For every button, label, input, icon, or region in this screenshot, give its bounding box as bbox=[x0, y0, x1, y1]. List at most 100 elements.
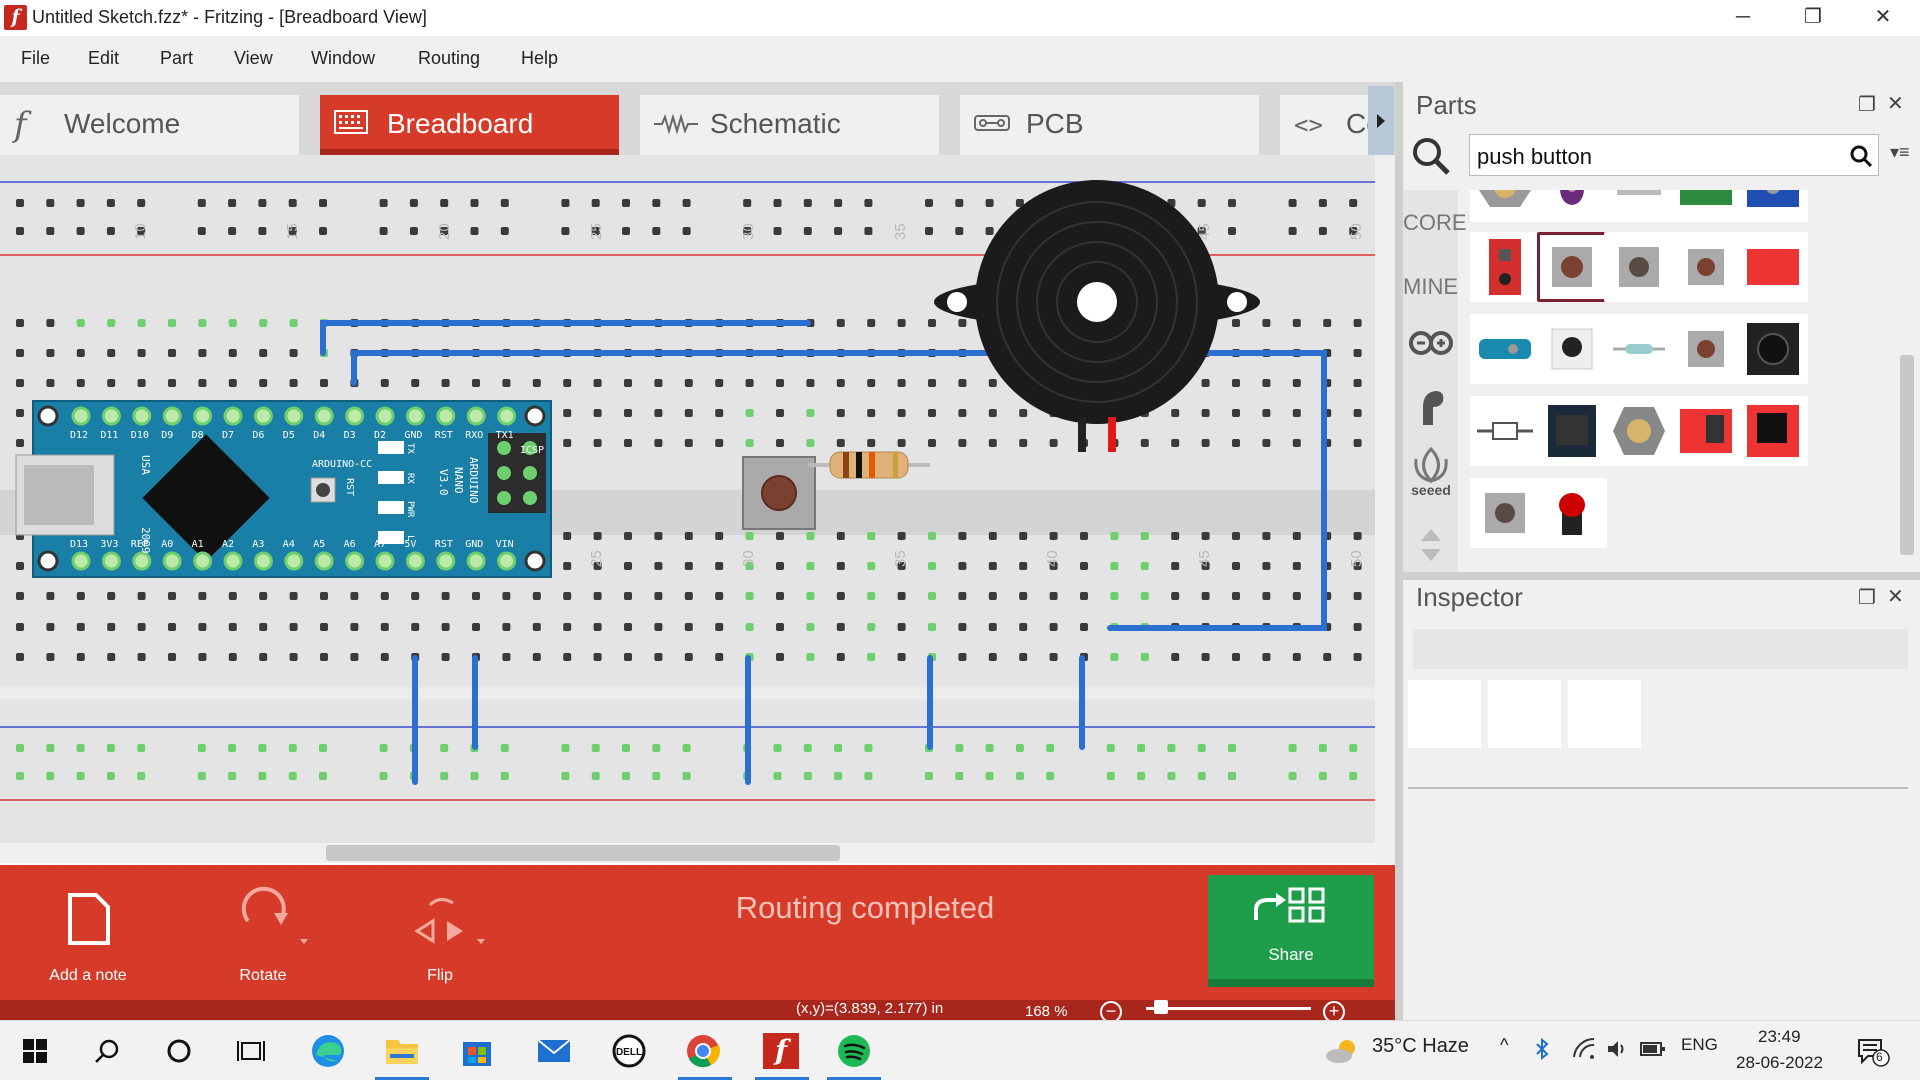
close-panel-icon[interactable]: ✕ bbox=[1887, 91, 1904, 116]
column-label: 40 bbox=[1044, 550, 1061, 567]
routing-status: Routing completed bbox=[735, 890, 995, 925]
windows-start-icon[interactable] bbox=[14, 1031, 56, 1071]
tab-welcome[interactable]: f Welcome bbox=[0, 95, 299, 155]
part-result[interactable] bbox=[1738, 190, 1808, 222]
microsoft-store-icon[interactable] bbox=[456, 1031, 498, 1071]
tab-code[interactable]: <> Cod bbox=[1280, 95, 1370, 155]
breadboard-hole bbox=[409, 199, 418, 207]
panel-splitter[interactable] bbox=[1395, 82, 1403, 1020]
volume-icon[interactable] bbox=[1606, 1037, 1630, 1066]
part-result[interactable] bbox=[1470, 396, 1540, 466]
parts-scroll-thumb[interactable] bbox=[1900, 355, 1914, 555]
fritzing-icon[interactable]: f bbox=[758, 1031, 804, 1071]
dock-separator[interactable] bbox=[1403, 572, 1920, 580]
breadboard-hole bbox=[258, 199, 267, 207]
part-result[interactable] bbox=[1671, 396, 1741, 466]
part-result[interactable] bbox=[1604, 190, 1674, 222]
breadboard-hole bbox=[411, 592, 420, 600]
search-icon[interactable] bbox=[86, 1031, 128, 1071]
menu-help[interactable]: Help bbox=[521, 48, 558, 69]
parts-scrollbar[interactable] bbox=[1894, 190, 1920, 570]
part-result[interactable] bbox=[1470, 190, 1540, 222]
part-result-selected[interactable] bbox=[1537, 232, 1607, 302]
rotate-button[interactable]: Rotate bbox=[208, 881, 318, 991]
menu-view[interactable]: View bbox=[234, 48, 273, 69]
search-submit-icon[interactable] bbox=[1848, 143, 1874, 174]
menu-part[interactable]: Part bbox=[160, 48, 193, 69]
part-result[interactable] bbox=[1738, 232, 1808, 302]
spotify-icon[interactable] bbox=[833, 1031, 875, 1071]
category-mine[interactable]: MINE bbox=[1403, 274, 1458, 300]
float-inspector-icon[interactable]: ❐ bbox=[1858, 585, 1876, 610]
breadboard-hole bbox=[836, 379, 845, 387]
search-icon[interactable] bbox=[1409, 134, 1453, 183]
maximize-button[interactable]: ❐ bbox=[1778, 0, 1848, 36]
menu-file[interactable]: File bbox=[21, 48, 50, 69]
breadboard-drawing[interactable]: 101015152020252530303535404045455050 bbox=[0, 155, 1388, 843]
file-explorer-icon[interactable] bbox=[381, 1031, 423, 1071]
tab-scroll-right-button[interactable] bbox=[1368, 86, 1394, 156]
menu-routing[interactable]: Routing bbox=[418, 48, 480, 69]
part-result[interactable] bbox=[1604, 396, 1674, 466]
vertical-scrollbar[interactable] bbox=[1375, 155, 1395, 865]
category-core[interactable]: CORE bbox=[1403, 210, 1467, 236]
part-result[interactable] bbox=[1537, 314, 1607, 384]
mail-icon[interactable] bbox=[533, 1031, 575, 1071]
category-fritzing[interactable] bbox=[1403, 385, 1458, 435]
horizontal-scrollbar[interactable] bbox=[0, 843, 1375, 863]
chrome-icon[interactable] bbox=[682, 1031, 724, 1071]
tab-pcb[interactable]: PCB bbox=[960, 95, 1259, 155]
battery-icon[interactable] bbox=[1640, 1039, 1666, 1064]
tab-schematic[interactable]: Schematic bbox=[640, 95, 939, 155]
tab-breadboard[interactable]: Breadboard bbox=[320, 95, 619, 155]
part-result[interactable] bbox=[1738, 314, 1808, 384]
float-panel-icon[interactable]: ❐ bbox=[1858, 92, 1876, 117]
tray-overflow-icon[interactable]: ^ bbox=[1500, 1035, 1508, 1056]
part-result[interactable] bbox=[1537, 478, 1607, 548]
part-result[interactable] bbox=[1671, 190, 1741, 222]
bluetooth-icon[interactable] bbox=[1534, 1037, 1550, 1066]
category-arduino[interactable] bbox=[1403, 328, 1458, 364]
menu-window[interactable]: Window bbox=[311, 48, 375, 69]
task-view-icon[interactable] bbox=[230, 1031, 272, 1071]
flip-button[interactable]: Flip bbox=[385, 881, 495, 991]
parts-search-input[interactable]: push button bbox=[1469, 134, 1879, 176]
weather-icon[interactable] bbox=[1325, 1036, 1361, 1071]
inspector-title-field[interactable] bbox=[1413, 629, 1908, 669]
share-button[interactable]: Share bbox=[1208, 875, 1374, 987]
part-result[interactable] bbox=[1671, 314, 1741, 384]
part-result[interactable] bbox=[1671, 232, 1741, 302]
zoom-slider[interactable] bbox=[1146, 1007, 1311, 1010]
language-indicator[interactable]: ENG bbox=[1681, 1035, 1718, 1055]
edge-icon[interactable] bbox=[307, 1031, 349, 1071]
horizontal-scroll-thumb[interactable] bbox=[326, 845, 840, 861]
category-scroll[interactable] bbox=[1403, 525, 1458, 571]
category-seeed[interactable]: seeed bbox=[1403, 445, 1458, 503]
arduino-pin bbox=[375, 551, 395, 571]
parts-menu-icon[interactable]: ▾≡ bbox=[1890, 142, 1910, 163]
close-button[interactable]: ✕ bbox=[1848, 0, 1918, 36]
part-result[interactable] bbox=[1537, 190, 1607, 222]
breadboard-hole bbox=[593, 532, 602, 540]
notifications-icon[interactable]: 6 bbox=[1856, 1037, 1890, 1072]
zoom-slider-thumb[interactable] bbox=[1153, 1000, 1168, 1014]
cortana-icon[interactable] bbox=[158, 1031, 200, 1071]
breadboard-hole bbox=[1292, 653, 1301, 661]
close-inspector-icon[interactable]: ✕ bbox=[1887, 584, 1904, 609]
part-result[interactable] bbox=[1738, 396, 1808, 466]
menu-edit[interactable]: Edit bbox=[88, 48, 119, 69]
part-result[interactable] bbox=[1470, 232, 1540, 302]
wifi-icon[interactable] bbox=[1572, 1037, 1596, 1066]
part-result[interactable] bbox=[1604, 314, 1674, 384]
part-result[interactable] bbox=[1604, 232, 1674, 302]
clock-date[interactable]: 28-06-2022 bbox=[1736, 1053, 1823, 1073]
part-result[interactable] bbox=[1537, 396, 1607, 466]
part-result[interactable] bbox=[1470, 478, 1540, 548]
add-note-button[interactable]: Add a note bbox=[33, 881, 143, 991]
dell-icon[interactable]: DELL bbox=[608, 1031, 650, 1071]
clock-time[interactable]: 23:49 bbox=[1758, 1027, 1801, 1047]
part-result[interactable] bbox=[1470, 314, 1540, 384]
minimize-button[interactable]: ─ bbox=[1708, 0, 1778, 36]
breadboard-canvas[interactable]: 101015152020252530303535404045455050 bbox=[0, 155, 1395, 865]
weather-text[interactable]: 35°C Haze bbox=[1372, 1035, 1469, 1058]
